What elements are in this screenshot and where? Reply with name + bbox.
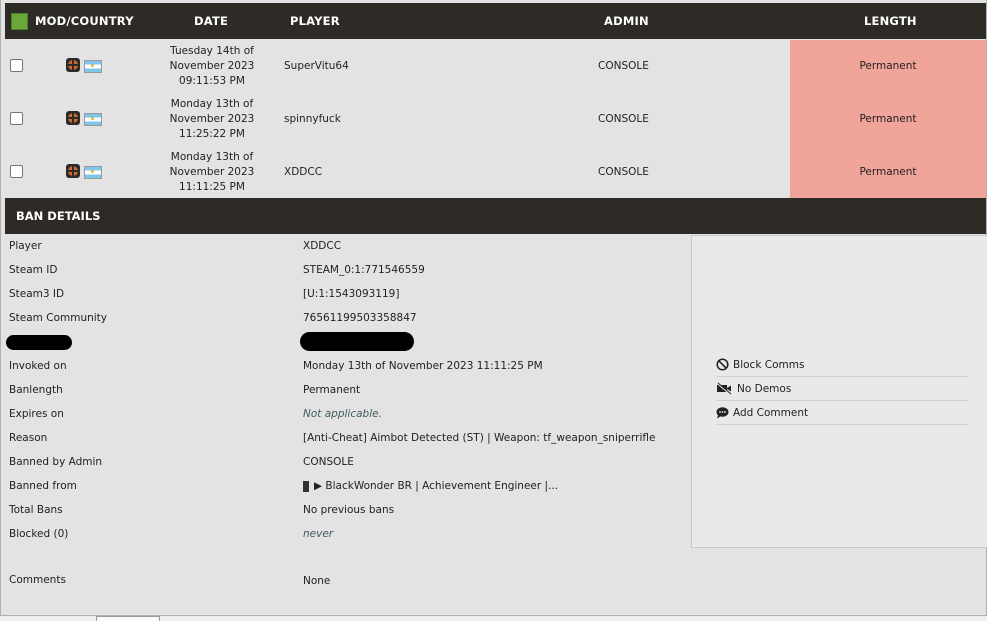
value-comments: None — [303, 575, 331, 587]
ban-details-header: BAN DETAILS — [5, 198, 986, 234]
ban-length: Permanent — [790, 40, 986, 93]
table-row[interactable]: Monday 13th of November 2023 11:11:25 PM… — [5, 146, 986, 199]
ban-date: Tuesday 14th of November 2023 09:11:53 P… — [160, 44, 264, 89]
row-checkbox[interactable] — [10, 59, 23, 72]
argentina-flag-icon — [84, 60, 102, 73]
no-demos-action[interactable]: No Demos — [716, 377, 969, 401]
label-steam-id: Steam ID — [9, 264, 58, 276]
player-name: SuperVitu64 — [284, 60, 349, 72]
scrollbar-thumb[interactable] — [96, 616, 160, 621]
ban-date: Monday 13th of November 2023 11:25:22 PM — [160, 97, 264, 142]
value-blocked: never — [303, 528, 334, 540]
ban-list-panel: MOD/COUNTRY DATE PLAYER ADMIN LENGTH Tue… — [0, 0, 987, 616]
label-banned-from: Banned from — [9, 480, 77, 492]
label-banlength: Banlength — [9, 384, 63, 396]
table-header: MOD/COUNTRY DATE PLAYER ADMIN LENGTH — [5, 3, 986, 39]
label-steam3-id: Steam3 ID — [9, 288, 65, 300]
redacted-value — [300, 332, 414, 351]
label-blocked: Blocked (0) — [9, 528, 69, 540]
block-icon — [716, 358, 729, 371]
value-banned-by-admin: CONSOLE — [303, 456, 354, 468]
video-off-icon — [716, 382, 732, 395]
date-line: Monday 13th of — [170, 151, 254, 163]
comment-icon — [716, 407, 729, 419]
value-total-bans: No previous bans — [303, 504, 395, 516]
tf2-mod-icon — [66, 111, 80, 125]
label-expires-on: Expires on — [9, 408, 64, 420]
label-total-bans: Total Bans — [9, 504, 63, 516]
block-comms-action[interactable]: Block Comms — [716, 353, 969, 377]
value-invoked-on: Monday 13th of November 2023 11:11:25 PM — [303, 360, 543, 372]
tf2-mod-icon — [66, 58, 80, 72]
redacted-label — [6, 335, 72, 350]
argentina-flag-icon — [84, 113, 102, 126]
value-expires-on: Not applicable. — [303, 408, 382, 420]
player-name: XDDCC — [284, 166, 323, 178]
label-player: Player — [9, 240, 42, 252]
row-checkbox[interactable] — [10, 165, 23, 178]
server-icon — [303, 481, 309, 492]
admin-name: CONSOLE — [598, 60, 649, 72]
tf2-mod-icon — [66, 164, 80, 178]
ban-actions-panel: Block Comms No Demos Add Comment — [691, 235, 987, 548]
table-row[interactable]: Monday 13th of November 2023 11:25:22 PM… — [5, 93, 986, 146]
date-line: 09:11:53 PM — [179, 75, 245, 87]
date-line: Monday 13th of — [170, 98, 254, 110]
argentina-flag-icon — [84, 166, 102, 179]
ban-date: Monday 13th of November 2023 11:11:25 PM — [160, 150, 264, 195]
ban-length: Permanent — [790, 93, 986, 146]
row-checkbox[interactable] — [10, 112, 23, 125]
value-steam3-id: [U:1:1543093119] — [303, 288, 400, 300]
value-reason: [Anti-Cheat] Aimbot Detected (ST) | Weap… — [303, 432, 656, 444]
label-reason: Reason — [9, 432, 48, 444]
ban-length: Permanent — [790, 146, 986, 199]
value-steam-id: STEAM_0:1:771546559 — [303, 264, 425, 276]
label-comments: Comments — [9, 574, 66, 586]
player-name: spinnyfuck — [284, 113, 341, 125]
admin-name: CONSOLE — [598, 113, 649, 125]
add-comment-label: Add Comment — [733, 407, 809, 419]
date-line: November 2023 — [169, 60, 255, 72]
date-line: November 2023 — [169, 113, 255, 125]
value-banlength: Permanent — [303, 384, 361, 396]
label-steam-community: Steam Community — [9, 312, 108, 324]
label-invoked-on: Invoked on — [9, 360, 67, 372]
select-all-checkbox[interactable] — [11, 13, 28, 30]
header-mod-country[interactable]: MOD/COUNTRY — [35, 14, 134, 28]
table-row[interactable]: Tuesday 14th of November 2023 09:11:53 P… — [5, 40, 986, 93]
add-comment-action[interactable]: Add Comment — [716, 401, 969, 425]
ban-details-title: BAN DETAILS — [16, 209, 101, 223]
value-steam-community[interactable]: 76561199503358847 — [303, 312, 417, 324]
date-line: 11:25:22 PM — [179, 128, 245, 140]
header-date[interactable]: DATE — [194, 14, 228, 28]
admin-name: CONSOLE — [598, 166, 649, 178]
header-length[interactable]: LENGTH — [864, 14, 917, 28]
block-comms-label: Block Comms — [733, 359, 805, 371]
no-demos-label: No Demos — [737, 383, 792, 395]
date-line: 11:11:25 PM — [179, 181, 245, 193]
value-player: XDDCC — [303, 240, 342, 252]
date-line: Tuesday 14th of — [170, 45, 254, 57]
label-banned-by-admin: Banned by Admin — [9, 456, 103, 468]
date-line: November 2023 — [169, 166, 255, 178]
header-admin[interactable]: ADMIN — [604, 14, 649, 28]
value-banned-from: ▶ BlackWonder BR | Achievement Engineer … — [314, 480, 559, 492]
header-player[interactable]: PLAYER — [290, 14, 340, 28]
